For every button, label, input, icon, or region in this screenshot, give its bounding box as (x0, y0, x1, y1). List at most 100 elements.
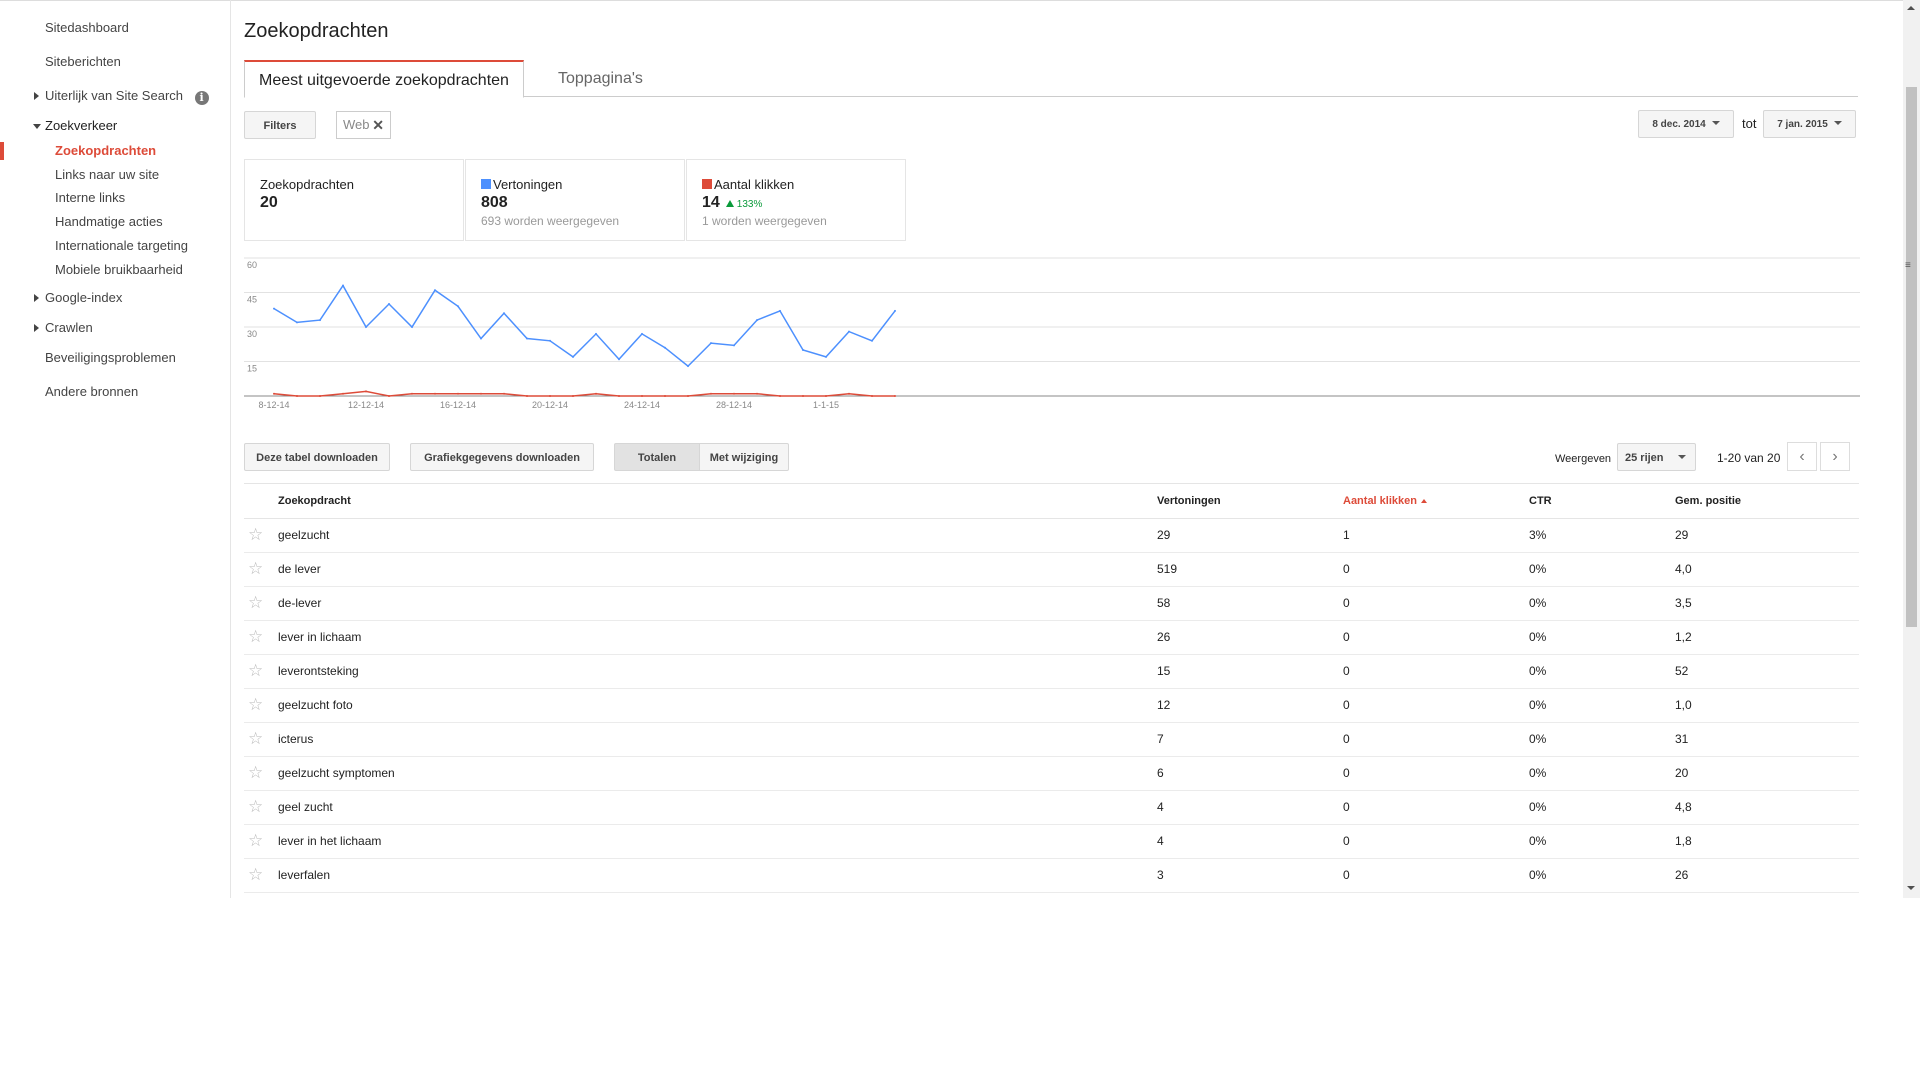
cell-position: 26 (1675, 868, 1689, 882)
cell-clicks: 0 (1343, 562, 1350, 576)
sidebar-item-zoekverkeer[interactable]: Zoekverkeer (33, 118, 118, 133)
download-chart-button[interactable]: Grafiekgegevens downloaden (410, 443, 594, 471)
data-point (549, 395, 551, 397)
stat-impressions[interactable]: Vertoningen 808 693 worden weergegeven (465, 159, 685, 241)
star-icon[interactable]: ☆ (248, 593, 263, 613)
sidebar-item-internationale-targeting[interactable]: Internationale targeting (55, 238, 188, 253)
cell-clicks: 0 (1343, 698, 1350, 712)
data-point (503, 392, 505, 395)
filters-button[interactable]: Filters (244, 111, 316, 139)
stat-label: Aantal klikken (702, 177, 794, 192)
column-header-query[interactable]: Zoekopdracht (278, 495, 351, 507)
sidebar-item-uiterlijk[interactable]: Uiterlijk van Site Search i (34, 88, 209, 105)
cell-ctr: 0% (1529, 834, 1547, 848)
data-point (756, 319, 758, 322)
table-row[interactable]: ☆ icterus 7 0 0% 31 (244, 722, 1859, 757)
sidebar-item-google-index[interactable]: Google-index (34, 290, 122, 305)
trend-badge: 133% (725, 199, 762, 210)
sidebar-item-handmatige-acties[interactable]: Handmatige acties (55, 214, 163, 229)
tab-bar: Meest uitgevoerde zoekopdrachten Toppagi… (244, 60, 1858, 98)
main-content: Zoekopdrachten Meest uitgevoerde zoekopd… (244, 0, 1860, 900)
x-tick-label: 24-12-14 (624, 400, 660, 410)
scroll-up-icon[interactable] (1907, 6, 1915, 10)
x-tick-label: 20-12-14 (532, 400, 568, 410)
cell-impressions: 3 (1157, 868, 1164, 882)
table-row[interactable]: ☆ de-lever 58 0 0% 3,5 (244, 586, 1859, 621)
table-row[interactable]: ☆ geelzucht 29 1 3% 29 (244, 518, 1859, 553)
data-point (572, 395, 574, 397)
sidebar-item-mobiele-bruikbaarheid[interactable]: Mobiele bruikbaarheid (55, 262, 183, 277)
stat-clicks[interactable]: Aantal klikken 14 133% 1 worden weergegev… (686, 159, 906, 241)
rows-select[interactable]: 25 rijen (1617, 443, 1696, 471)
star-icon[interactable]: ☆ (248, 559, 263, 579)
totals-toggle[interactable]: Totalen (614, 443, 700, 471)
arrow-up-icon (725, 200, 734, 207)
column-header-impressions[interactable]: Vertoningen (1157, 495, 1221, 507)
sidebar-item-beveiligingsproblemen[interactable]: Beveiligingsproblemen (45, 350, 176, 365)
sidebar-item-zoekopdrachten[interactable]: Zoekopdrachten (55, 143, 156, 158)
data-point (894, 309, 896, 312)
data-point (618, 395, 620, 397)
sidebar-item-label: Uiterlijk van Site Search (45, 88, 183, 103)
star-icon[interactable]: ☆ (248, 661, 263, 681)
table-row[interactable]: ☆ de lever 519 0 0% 4,0 (244, 552, 1859, 587)
scrollbar[interactable]: ≡ (1903, 0, 1920, 898)
data-point (641, 332, 643, 335)
date-to-value: 7 jan. 2015 (1777, 119, 1828, 130)
star-icon[interactable]: ☆ (248, 831, 263, 851)
data-point (319, 395, 321, 397)
tab-toppaginas[interactable]: Toppagina's (544, 60, 657, 95)
sidebar-item-andere-bronnen[interactable]: Andere bronnen (45, 384, 138, 399)
table-row[interactable]: ☆ geelzucht foto 12 0 0% 1,0 (244, 688, 1859, 723)
cell-ctr: 0% (1529, 800, 1547, 814)
data-point (273, 307, 275, 310)
scroll-thumb[interactable] (1906, 87, 1917, 627)
sidebar-item-crawlen[interactable]: Crawlen (34, 320, 93, 335)
table-row[interactable]: ☆ geel zucht 4 0 0% 4,8 (244, 790, 1859, 825)
star-icon[interactable]: ☆ (248, 695, 263, 715)
data-point (710, 342, 712, 345)
web-filter-chip[interactable]: Web ✕ (336, 111, 391, 139)
column-header-ctr[interactable]: CTR (1529, 495, 1552, 507)
sidebar-item-label: Zoekverkeer (45, 118, 118, 133)
cell-query: lever in lichaam (278, 630, 362, 644)
data-point (549, 339, 551, 342)
table-row[interactable]: ☆ leverfalen 3 0 0% 26 (244, 858, 1859, 893)
scroll-down-icon[interactable] (1907, 886, 1915, 890)
table-row[interactable]: ☆ leverontsteking 15 0 0% 52 (244, 654, 1859, 689)
stat-label: Vertoningen (481, 177, 562, 192)
date-from-select[interactable]: 8 dec. 2014 (1638, 110, 1734, 138)
sidebar-item-interne-links[interactable]: Interne links (55, 190, 125, 205)
star-icon[interactable]: ☆ (248, 763, 263, 783)
next-page-button[interactable]: › (1820, 442, 1850, 471)
star-icon[interactable]: ☆ (248, 627, 263, 647)
info-icon[interactable]: i (194, 91, 209, 105)
chevron-down-icon (1833, 121, 1842, 125)
data-point (296, 395, 298, 397)
cell-impressions: 12 (1157, 698, 1171, 712)
cell-ctr: 0% (1529, 596, 1547, 610)
cell-clicks: 0 (1343, 596, 1350, 610)
previous-page-button[interactable]: ‹ (1787, 442, 1817, 471)
star-icon[interactable]: ☆ (248, 525, 263, 545)
table-row[interactable]: ☆ lever in lichaam 26 0 0% 1,2 (244, 620, 1859, 655)
close-icon[interactable]: ✕ (372, 112, 384, 138)
star-icon[interactable]: ☆ (248, 797, 263, 817)
sidebar-item-links-naar-uw-site[interactable]: Links naar uw site (55, 167, 159, 182)
sidebar-item-sitedashboard[interactable]: Sitedashboard (45, 20, 129, 35)
star-icon[interactable]: ☆ (248, 729, 263, 749)
column-header-position[interactable]: Gem. positie (1675, 495, 1741, 507)
date-to-select[interactable]: 7 jan. 2015 (1763, 110, 1856, 138)
with-change-toggle[interactable]: Met wijziging (699, 443, 789, 471)
x-tick-label: 28-12-14 (716, 400, 752, 410)
stat-label-text: Vertoningen (493, 177, 563, 192)
download-table-button[interactable]: Deze tabel downloaden (244, 443, 390, 471)
table-row[interactable]: ☆ geelzucht symptomen 6 0 0% 20 (244, 756, 1859, 791)
scroll-grip-icon: ≡ (1905, 260, 1911, 271)
star-icon[interactable]: ☆ (248, 865, 263, 885)
table-row[interactable]: ☆ lever in het lichaam 4 0 0% 1,8 (244, 824, 1859, 859)
data-point (503, 312, 505, 315)
tab-meest-uitgevoerde[interactable]: Meest uitgevoerde zoekopdrachten (244, 60, 524, 98)
column-header-clicks[interactable]: Aantal klikken (1343, 495, 1427, 507)
sidebar-item-siteberichten[interactable]: Siteberichten (45, 54, 121, 69)
